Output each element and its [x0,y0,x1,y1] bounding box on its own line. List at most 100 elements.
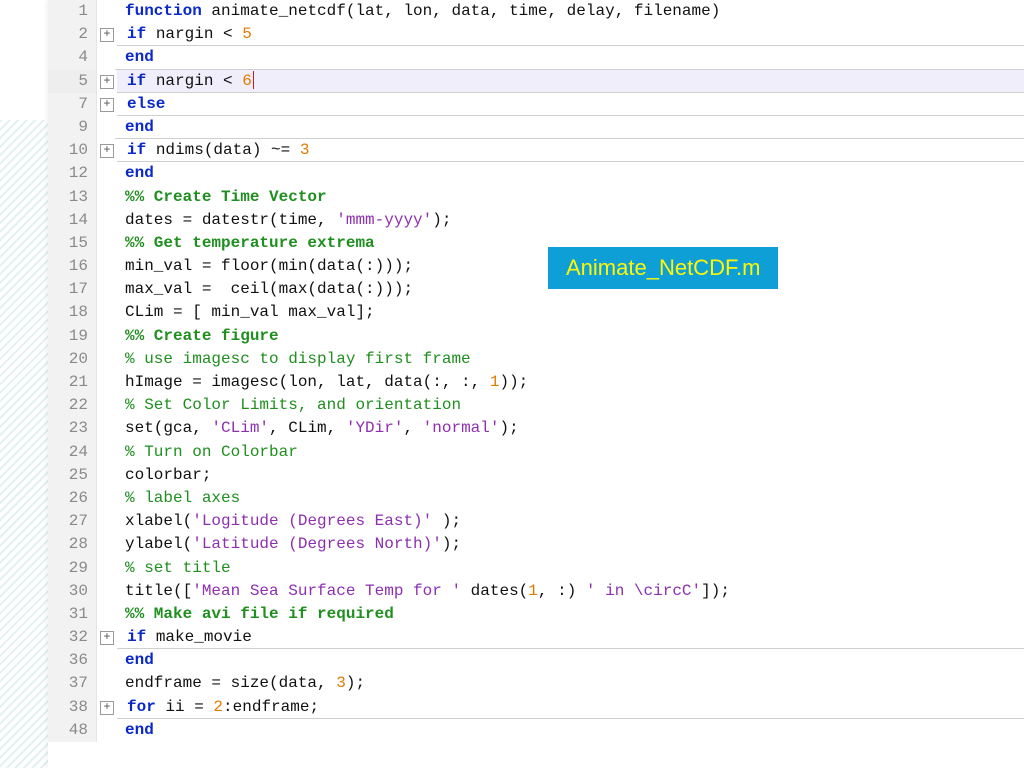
code-line[interactable]: 4 end [48,46,1024,69]
code-line[interactable]: 21 hImage = imagesc(lon, lat, data(:, :, … [48,371,1024,394]
line-number: 21 [48,371,97,394]
code-text[interactable]: end [115,46,1024,69]
code-text[interactable]: else [117,93,1024,116]
code-line[interactable]: 27 xlabel('Logitude (Degrees East)' ); [48,510,1024,533]
code-line[interactable]: 37endframe = size(data, 3); [48,672,1024,695]
line-number: 13 [48,186,97,209]
line-number: 23 [48,417,97,440]
code-line[interactable]: 16min_val = floor(min(data(:))); [48,255,1024,278]
code-line[interactable]: 23 set(gca, 'CLim', CLim, 'YDir', 'normal… [48,417,1024,440]
code-line[interactable]: 5+if nargin < 6 [48,70,1024,93]
line-number: 4 [48,46,97,69]
code-text[interactable]: %% Create figure [115,325,1024,348]
code-text[interactable]: %% Create Time Vector [115,186,1024,209]
line-number: 18 [48,301,97,324]
code-line[interactable]: 22 % Set Color Limits, and orientation [48,394,1024,417]
token-fn: function [125,2,211,20]
code-line[interactable]: 10+if ndims(data) ~= 3 [48,139,1024,162]
line-number: 19 [48,325,97,348]
code-line[interactable]: 20% use imagesc to display first frame [48,348,1024,371]
code-text[interactable]: endframe = size(data, 3); [115,672,1024,695]
token-num: 3 [336,674,346,692]
line-number: 22 [48,394,97,417]
code-line[interactable]: 7+else [48,93,1024,116]
code-line[interactable]: 30 title(['Mean Sea Surface Temp for ' da… [48,580,1024,603]
fold-toggle-icon[interactable]: + [100,144,114,158]
code-line[interactable]: 19 %% Create figure [48,325,1024,348]
token-sec: %% Make avi file if required [125,605,394,623]
code-text[interactable]: % Turn on Colorbar [115,441,1024,464]
code-text[interactable]: for ii = 2:endframe; [117,696,1024,719]
fold-spacer [97,371,115,394]
code-line[interactable]: 28 ylabel('Latitude (Degrees North)'); [48,533,1024,556]
token-cmt: % set title [125,559,231,577]
code-text[interactable]: if nargin < 5 [117,23,1024,46]
code-text[interactable]: hImage = imagesc(lon, lat, data(:, :, 1)… [115,371,1024,394]
code-line[interactable]: 12end [48,162,1024,185]
code-text[interactable]: colorbar; [115,464,1024,487]
code-line[interactable]: 24% Turn on Colorbar [48,441,1024,464]
fold-spacer [97,557,115,580]
code-line[interactable]: 15%% Get temperature extrema [48,232,1024,255]
fold-spacer [97,116,115,139]
token-cmt: % use imagesc to display first frame [125,350,471,368]
code-text[interactable]: CLim = [ min_val max_val]; [115,301,1024,324]
line-number: 28 [48,533,97,556]
fold-spacer [97,510,115,533]
code-text[interactable]: dates = datestr(time, 'mmm-yyyy'); [115,209,1024,232]
code-text[interactable]: title(['Mean Sea Surface Temp for ' date… [115,580,1024,603]
token-kw: end [125,118,154,136]
code-line[interactable]: 36end [48,649,1024,672]
code-line[interactable]: 38+for ii = 2:endframe; [48,696,1024,719]
code-text[interactable]: % set title [115,557,1024,580]
code-line[interactable]: 13 %% Create Time Vector [48,186,1024,209]
code-text[interactable]: %% Make avi file if required [115,603,1024,626]
code-text[interactable]: % use imagesc to display first frame [115,348,1024,371]
token-id: , :) [538,582,586,600]
line-number: 9 [48,116,97,139]
text-caret [253,71,254,89]
code-line[interactable]: 14dates = datestr(time, 'mmm-yyyy'); [48,209,1024,232]
code-line[interactable]: 18 CLim = [ min_val max_val]; [48,301,1024,324]
code-text[interactable]: xlabel('Logitude (Degrees East)' ); [115,510,1024,533]
code-text[interactable]: ylabel('Latitude (Degrees North)'); [115,533,1024,556]
code-text[interactable]: if make_movie [117,626,1024,649]
token-kw: end [125,721,154,739]
code-text[interactable]: end [115,162,1024,185]
line-number: 27 [48,510,97,533]
code-line[interactable]: 1function animate_netcdf(lat, lon, data,… [48,0,1024,23]
code-text[interactable]: function animate_netcdf(lat, lon, data, … [115,0,1024,23]
line-number: 30 [48,580,97,603]
fold-spacer [97,533,115,556]
fold-toggle-icon[interactable]: + [100,701,114,715]
token-id: , CLim, [269,419,346,437]
code-text[interactable]: end [115,649,1024,672]
code-line[interactable]: 26% label axes [48,487,1024,510]
code-text[interactable]: if nargin < 6 [117,70,1024,93]
token-id: ndims(data) ~= [156,141,300,159]
fold-spacer [97,394,115,417]
code-line[interactable]: 48end [48,719,1024,742]
code-text[interactable]: end [115,116,1024,139]
code-text[interactable]: % label axes [115,487,1024,510]
code-text[interactable]: set(gca, 'CLim', CLim, 'YDir', 'normal')… [115,417,1024,440]
token-id: hImage = imagesc(lon, lat, data(:, :, [125,373,490,391]
code-line[interactable]: 29% set title [48,557,1024,580]
code-line[interactable]: 25colorbar; [48,464,1024,487]
code-line[interactable]: 31%% Make avi file if required [48,603,1024,626]
code-line[interactable]: 9 end [48,116,1024,139]
fold-toggle-icon[interactable]: + [100,28,114,42]
code-editor[interactable]: 1function animate_netcdf(lat, lon, data,… [48,0,1024,768]
code-text[interactable]: % Set Color Limits, and orientation [115,394,1024,417]
token-num: 3 [300,141,310,159]
code-text[interactable]: if ndims(data) ~= 3 [117,139,1024,162]
fold-spacer [97,232,115,255]
token-str: 'YDir' [346,419,404,437]
code-line[interactable]: 32+if make_movie [48,626,1024,649]
code-line[interactable]: 17max_val = ceil(max(data(:))); [48,278,1024,301]
fold-toggle-icon[interactable]: + [100,631,114,645]
fold-toggle-icon[interactable]: + [100,75,114,89]
code-line[interactable]: 2+if nargin < 5 [48,23,1024,46]
fold-toggle-icon[interactable]: + [100,98,114,112]
code-text[interactable]: end [115,719,1024,742]
